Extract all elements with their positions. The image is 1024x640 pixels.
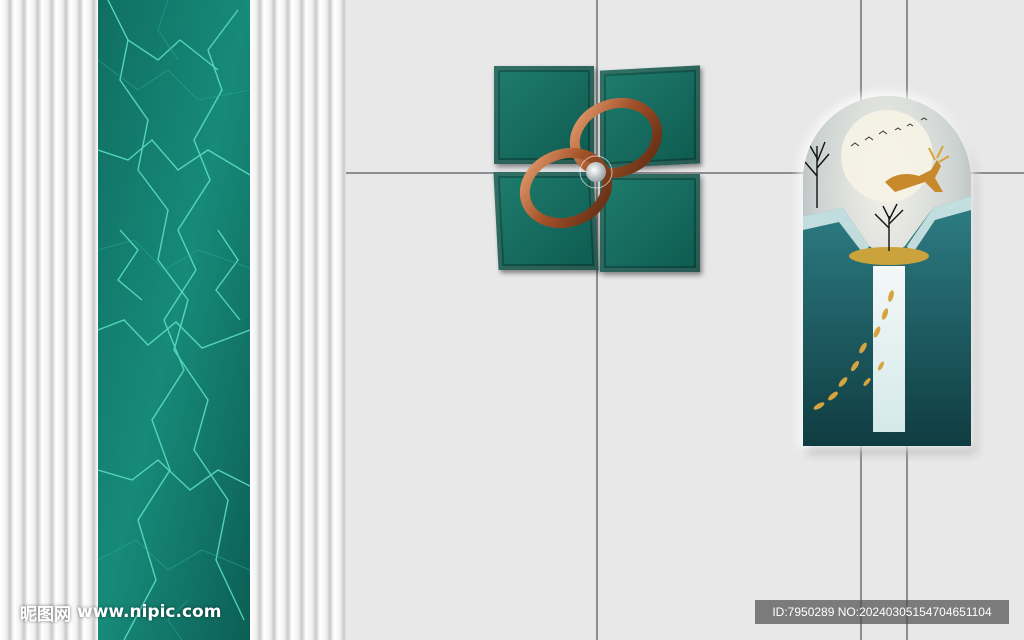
green-marble-panel bbox=[98, 0, 250, 640]
watermark-site-url: www.nipic.com bbox=[77, 602, 222, 622]
image-id-badge: ID:7950289 NO:20240305154704651104 bbox=[755, 600, 1009, 624]
copper-rings bbox=[519, 97, 663, 229]
arched-landscape-art bbox=[803, 96, 971, 446]
fluted-panel-left bbox=[0, 0, 98, 640]
pearl-icon bbox=[586, 162, 606, 182]
watermark-site-cn: 昵图网 bbox=[20, 604, 71, 625]
green-tile-ornament bbox=[493, 65, 700, 272]
nipic-watermark: 昵图网 www.nipic.com bbox=[20, 598, 221, 626]
marble-veins bbox=[98, 0, 250, 640]
fluted-panel-right bbox=[250, 0, 346, 640]
deer-waterfall-painting bbox=[803, 96, 971, 446]
